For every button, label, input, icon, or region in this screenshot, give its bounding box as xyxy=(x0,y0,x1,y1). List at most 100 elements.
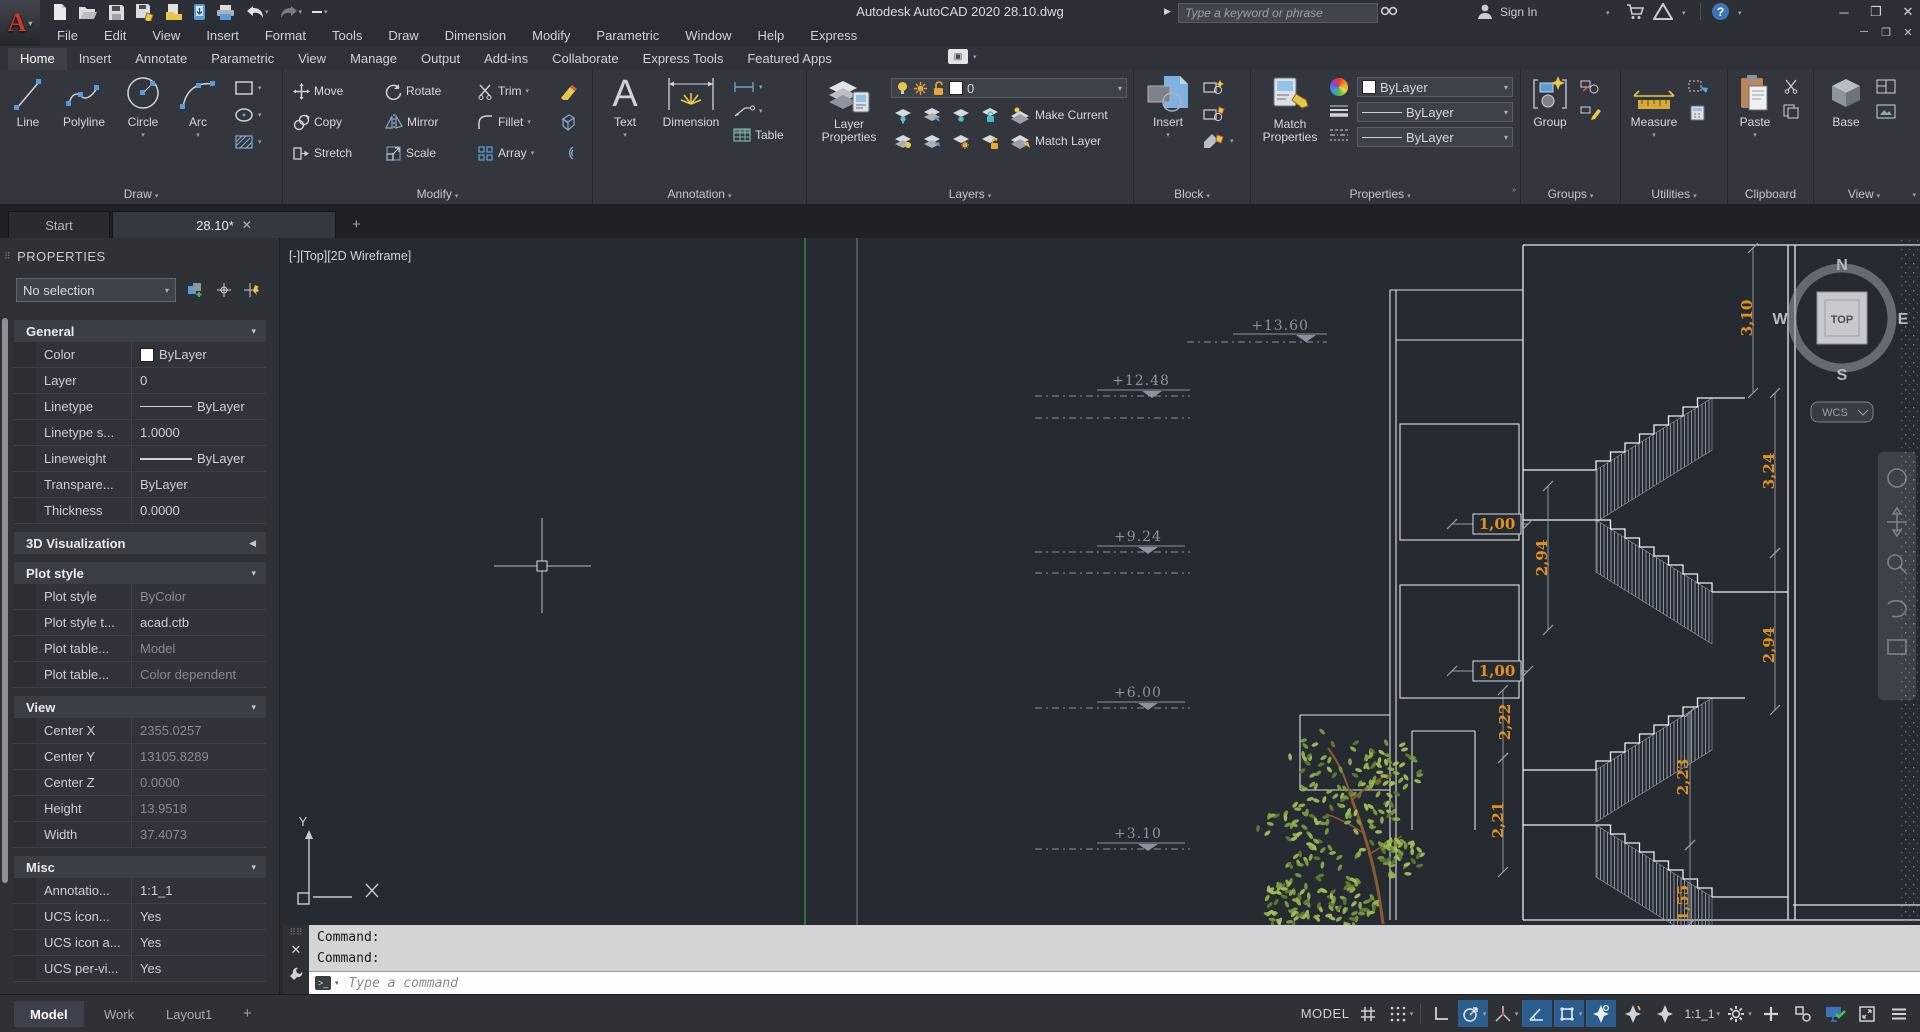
graphics-performance-button[interactable] xyxy=(1820,1000,1850,1027)
linear-dimension-button[interactable]: ▾ xyxy=(733,80,784,94)
layout-tab-work[interactable]: Work xyxy=(88,1001,150,1027)
layer-off-icon[interactable] xyxy=(893,132,913,150)
menu-item-file[interactable]: File xyxy=(44,24,91,46)
new-layout-button[interactable]: + xyxy=(243,1005,252,1022)
a360-icon[interactable] xyxy=(1653,3,1673,20)
open-file-icon[interactable] xyxy=(78,4,98,20)
search-input[interactable]: Type a keyword or phrase xyxy=(1178,3,1378,23)
lineweight-select[interactable]: ByLayer▾ xyxy=(1357,102,1513,122)
section-header[interactable]: View▾ xyxy=(14,696,266,718)
layer-select[interactable]: 0 ▾ xyxy=(891,78,1127,98)
new-file-icon[interactable] xyxy=(52,3,68,21)
command-prompt-icon[interactable]: >_ xyxy=(315,976,331,990)
property-row[interactable]: Linetype s...1.0000 xyxy=(14,420,266,446)
match-properties-button[interactable]: Match Properties xyxy=(1257,76,1323,144)
explode-button[interactable] xyxy=(559,109,589,135)
color-wheel-icon[interactable] xyxy=(1330,78,1348,96)
settings-gear-button[interactable]: ▾ xyxy=(1724,1000,1754,1027)
wcs-dropdown[interactable]: WCS xyxy=(1811,402,1873,422)
color-select[interactable]: ByLayer▾ xyxy=(1357,77,1513,97)
property-row[interactable]: Layer0 xyxy=(14,368,266,394)
layer-properties-button[interactable]: Layer Properties xyxy=(815,76,883,144)
command-input[interactable]: >_ ▾ Type a command xyxy=(309,971,1920,994)
edit-block-icon[interactable] xyxy=(1202,105,1226,123)
property-row[interactable]: Plot styleByColor xyxy=(14,584,266,610)
object-snap-toggle[interactable]: ▾ xyxy=(1554,1000,1584,1027)
save-as-icon[interactable] xyxy=(135,3,155,21)
property-row[interactable]: UCS per-vi...Yes xyxy=(14,956,266,982)
rectangle-button[interactable]: ▾ xyxy=(234,80,262,96)
redo-button[interactable]: ▾ xyxy=(279,5,303,19)
status-menu-button[interactable] xyxy=(1884,1000,1914,1027)
ribbon-tab-parametric[interactable]: Parametric xyxy=(199,48,286,70)
panel-label-view[interactable]: View▾ xyxy=(1814,187,1914,201)
layout-tab-model[interactable]: Model xyxy=(14,1001,84,1027)
polyline-button[interactable]: Polyline xyxy=(58,74,110,129)
ellipse-button[interactable]: ▾ xyxy=(234,107,262,123)
property-row[interactable]: Width37.4073 xyxy=(14,822,266,848)
menu-item-format[interactable]: Format xyxy=(252,24,319,46)
help-icon[interactable]: ? xyxy=(1712,3,1729,20)
ribbon-collapse-dropdown-icon[interactable]: ▾ xyxy=(973,53,977,61)
file-tab-close-icon[interactable]: ✕ xyxy=(242,218,252,232)
menu-item-help[interactable]: Help xyxy=(745,24,798,46)
table-button[interactable]: Table xyxy=(733,128,784,142)
property-row[interactable]: Plot table...Color dependent xyxy=(14,662,266,688)
command-customize-icon[interactable] xyxy=(288,966,304,982)
dimension-label[interactable]: 1,00 xyxy=(1479,662,1516,680)
file-tab-document[interactable]: 28.10*✕ xyxy=(112,211,336,238)
ribbon-tab-add-ins[interactable]: Add-ins xyxy=(472,48,540,70)
property-row[interactable]: Center Y13105.8289 xyxy=(14,744,266,770)
arc-button[interactable]: Arc▾ xyxy=(176,74,220,139)
leader-button[interactable]: ▾ xyxy=(733,104,784,118)
dimension-label[interactable]: 2,22 xyxy=(1496,704,1514,741)
layout-tab-layout1[interactable]: Layout1 xyxy=(150,1001,228,1027)
doc-restore-icon[interactable]: ❐ xyxy=(1878,26,1894,39)
paste-button[interactable]: Paste▾ xyxy=(1734,74,1776,139)
file-tab-start[interactable]: Start xyxy=(8,211,110,238)
array-button[interactable]: Array▾ xyxy=(477,140,559,166)
annotation-scale-value[interactable]: 1:1_1▾ xyxy=(1682,1000,1722,1027)
palette-scrollbar[interactable] xyxy=(2,318,8,883)
ribbon-tab-annotate[interactable]: Annotate xyxy=(123,48,199,70)
object-snap-tracking-toggle[interactable] xyxy=(1522,1000,1552,1027)
dimension-button[interactable]: Dimension xyxy=(653,74,729,129)
layer-isolate-icon[interactable] xyxy=(893,106,913,124)
sign-in-dropdown-icon[interactable]: ▾ xyxy=(1606,9,1610,17)
property-row[interactable]: Plot style t...acad.ctb xyxy=(14,610,266,636)
doc-minimize-icon[interactable]: ─ xyxy=(1856,26,1872,39)
property-row[interactable]: UCS icon a...Yes xyxy=(14,930,266,956)
menu-item-tools[interactable]: Tools xyxy=(319,24,375,46)
cut-icon[interactable] xyxy=(1782,79,1802,94)
insert-button[interactable]: Insert▾ xyxy=(1142,74,1194,139)
line-button[interactable]: Line xyxy=(6,74,50,129)
group-button[interactable]: Group xyxy=(1527,74,1573,129)
panel-label-modify[interactable]: Modify▾ xyxy=(283,187,592,201)
menu-item-parametric[interactable]: Parametric xyxy=(583,24,672,46)
circle-button[interactable]: Circle▾ xyxy=(118,74,168,139)
create-block-icon[interactable] xyxy=(1202,78,1226,96)
palette-grip-icon[interactable]: ⠿ xyxy=(4,253,11,260)
isometric-drafting-toggle[interactable]: ▾ xyxy=(1490,1000,1520,1027)
ribbon-tab-insert[interactable]: Insert xyxy=(67,48,124,70)
model-space-button[interactable]: MODEL xyxy=(1299,1000,1352,1027)
minimize-button[interactable]: ─ xyxy=(1830,2,1858,22)
property-row[interactable]: Center X2355.0257 xyxy=(14,718,266,744)
annotation-visibility-toggle[interactable] xyxy=(1586,1000,1616,1027)
layer-freeze-icon[interactable] xyxy=(951,106,971,124)
search-icon[interactable] xyxy=(1380,4,1398,19)
panel-label-layers[interactable]: Layers▾ xyxy=(807,187,1133,201)
ortho-toggle[interactable] xyxy=(1426,1000,1456,1027)
sheet-set-icon[interactable] xyxy=(165,3,183,21)
offset-button[interactable] xyxy=(559,140,589,166)
save-icon[interactable] xyxy=(108,4,125,21)
layer-lock-icon[interactable] xyxy=(980,106,1000,124)
scale-button[interactable]: Scale xyxy=(385,140,477,166)
select-objects-icon[interactable] xyxy=(214,280,234,300)
ungroup-icon[interactable] xyxy=(1579,79,1601,95)
stretch-button[interactable]: Stretch xyxy=(293,140,385,166)
layer-unlock-all-icon[interactable] xyxy=(980,132,1000,150)
dimension-label[interactable]: 2,94 xyxy=(1533,540,1551,577)
help-dropdown-icon[interactable]: ▾ xyxy=(1738,9,1742,17)
trim-button[interactable]: Trim▾ xyxy=(477,78,559,104)
